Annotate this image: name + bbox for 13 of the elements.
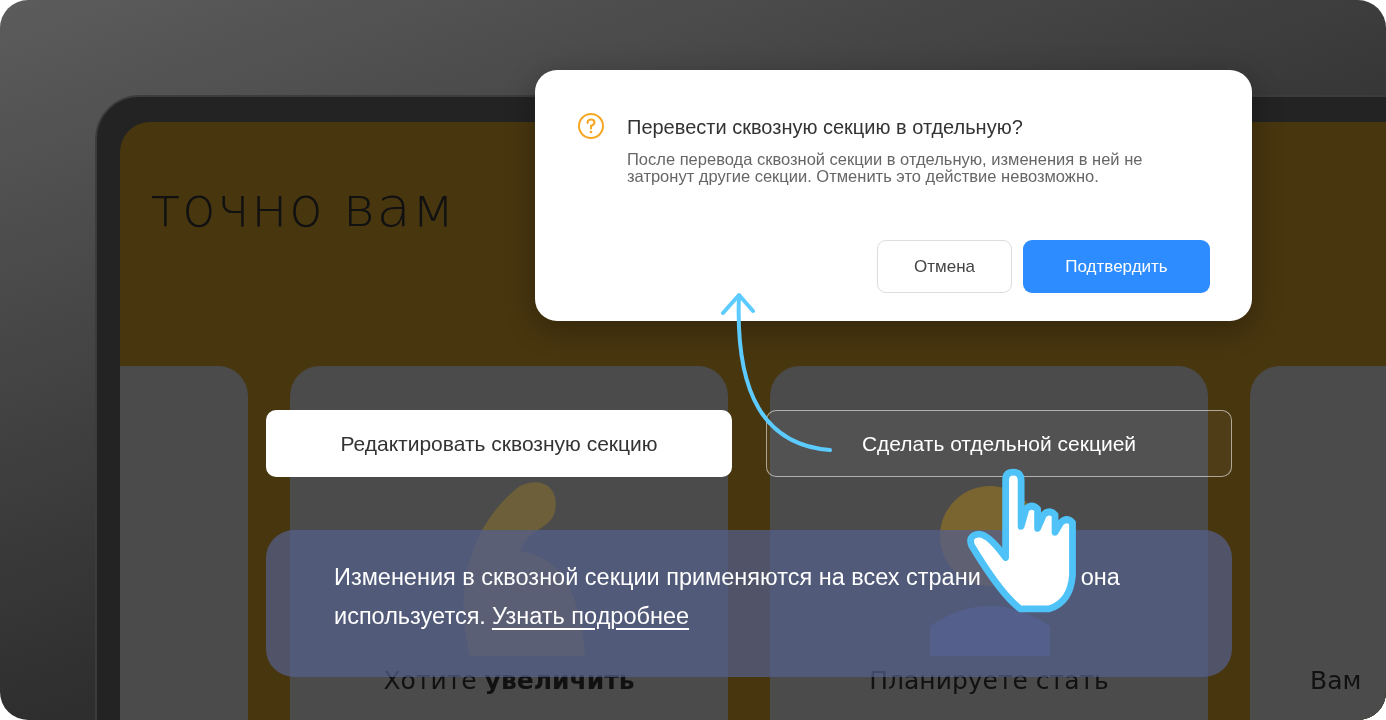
section-action-button[interactable]: Сделать отдельной секцией: [766, 410, 1232, 477]
card-title: Вам: [1310, 666, 1363, 695]
dialog-message: После перевода сквозной секции в отдельную, изменения в ней не затронут другие секции. Отменить это действие невозможно.: [627, 151, 1144, 185]
notice-text: она: [1080, 564, 1120, 591]
card-title: Хотите увеличить: [382, 666, 636, 695]
dialog-title: Перевести сквозную секцию в отдельную?: [627, 116, 1024, 139]
card-title: Планируете стать: [868, 666, 1110, 695]
cancel-button[interactable]: Отмена: [877, 240, 1012, 293]
notice-text: Изменения в сквозной секции применяются на всех страни: [334, 564, 981, 591]
learn-more-link[interactable]: Узнать подробнее: [491, 603, 690, 630]
section-action-button[interactable]: Редактировать сквозную секцию: [266, 410, 732, 477]
notice-text: используется.: [334, 603, 486, 630]
page-headline: точно вам: [150, 174, 456, 239]
